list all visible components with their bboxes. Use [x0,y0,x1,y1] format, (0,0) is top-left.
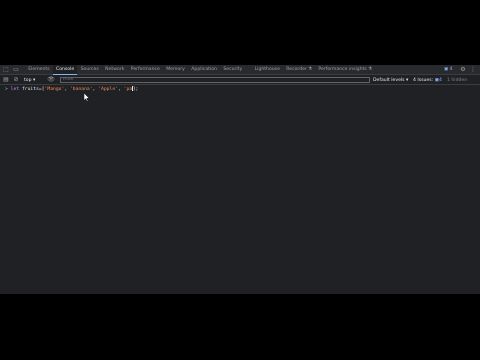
issues-count: 4 [439,77,442,83]
devtools-panel: ⬚ ▭ Elements Console Sources Network Per… [0,65,480,294]
log-levels-dropdown[interactable]: Default levels ▾ [373,77,408,84]
console-input-line[interactable]: > let fruits=['Mango', 'banana', 'Apple'… [5,86,138,93]
console-toolbar: ▤ ⊘ top ▾ 👁 Default levels ▾ 4 Issues: ▣… [0,75,480,85]
issues-counter[interactable]: 4 Issues: ▣4 [413,77,442,84]
devtools-tab-bar: ⬚ ▭ Elements Console Sources Network Per… [0,65,480,75]
chevron-down-icon: ▾ [406,77,409,83]
inspect-element-icon[interactable]: ⬚ [2,66,10,74]
tab-security[interactable]: Security [220,65,245,75]
code-close: ]; [132,87,139,92]
clear-console-icon[interactable]: ⊘ [12,76,20,84]
tab-sources[interactable]: Sources [77,65,102,75]
context-label: top [24,77,32,83]
hidden-label: 1 hidden [447,77,468,83]
chevron-down-icon: ▾ [33,77,36,83]
filter-input[interactable] [60,76,370,83]
devtools-tabs: Elements Console Sources Network Perform… [25,65,375,75]
device-toolbar-icon[interactable]: ▭ [12,66,20,74]
tab-application[interactable]: Application [188,65,220,75]
code-identifier: fruits [21,87,39,92]
issues-badge-count: 4 [449,67,453,72]
context-selector[interactable]: top ▾ [24,77,35,84]
message-icon: ▣ [444,67,449,72]
tab-memory[interactable]: Memory [163,65,188,75]
tab-recorder: Recorder [286,67,307,72]
code-string: 'Apple' [98,87,118,92]
gear-icon[interactable]: ⚙ [459,66,467,74]
tab-recorder-wrap[interactable]: Recorder⚗ [283,65,315,75]
tab-performance[interactable]: Performance [128,65,164,75]
tab-elements[interactable]: Elements [25,65,53,75]
hidden-messages: 1 hidden [447,77,467,84]
tab-console[interactable]: Console [52,65,78,75]
code-string: 'pa [123,87,133,92]
issues-badge[interactable]: ▣ 4 [444,67,452,73]
levels-label: Default levels [373,77,405,83]
more-options-icon[interactable]: ⋮ [469,66,477,74]
prompt-chevron-icon: > [5,87,8,92]
eye-icon[interactable]: 👁 [47,76,55,84]
code-string: 'Mango' [44,87,65,92]
tab-performance-insights: Performance insights [318,67,367,72]
code-string: 'banana' [69,87,93,92]
issues-label: 4 Issues: [413,77,434,83]
sidebar-toggle-icon[interactable]: ▤ [2,76,10,84]
tab-performance-insights-wrap[interactable]: Performance insights⚗ [315,65,375,75]
flask-icon: ⚗ [367,67,372,72]
flask-icon: ⚗ [307,67,312,72]
code-keyword: let [10,87,20,92]
mouse-cursor-icon [84,93,90,102]
tab-network[interactable]: Network [102,65,128,75]
tab-lighthouse[interactable]: Lighthouse [251,65,283,75]
